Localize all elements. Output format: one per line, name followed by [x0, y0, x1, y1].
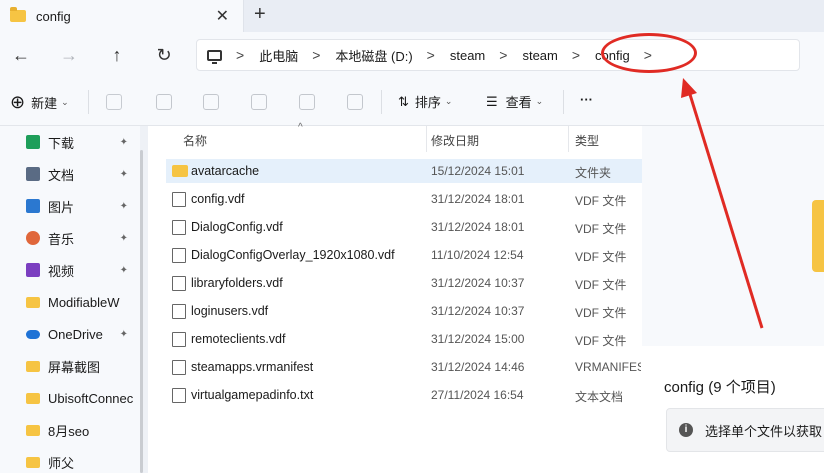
annotation-arrow [681, 78, 764, 329]
